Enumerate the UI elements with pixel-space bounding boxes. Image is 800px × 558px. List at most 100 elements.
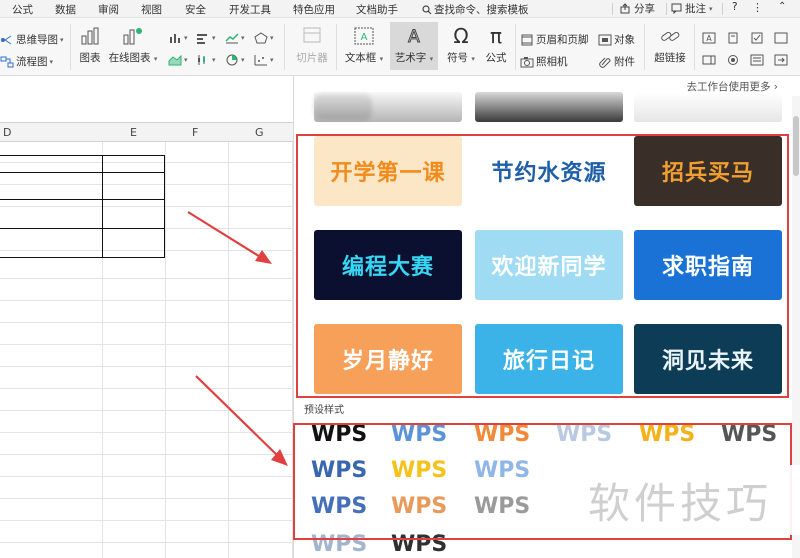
svg-text:A: A [408, 27, 420, 46]
formula-button[interactable]: π 公式 [478, 26, 514, 65]
frame-icon[interactable] [774, 32, 788, 44]
stock-chart-icon [198, 55, 205, 65]
attachment-button[interactable]: 附件 [598, 54, 635, 69]
hyperlink-label: 超链接 [654, 52, 686, 64]
grid-line [0, 250, 300, 251]
chevron-down-icon: ▾ [60, 35, 64, 44]
wordart-button[interactable]: A 艺术字 ▾ [390, 22, 438, 70]
radio-icon[interactable] [726, 54, 740, 66]
pie-chart-dropdown[interactable]: ▾ [225, 54, 245, 66]
table-border [0, 155, 165, 156]
template-thumbnail-partial[interactable] [314, 92, 462, 122]
table-border [102, 155, 103, 257]
column-header-e[interactable]: E [130, 126, 137, 139]
symbol-label: 符号 [447, 52, 469, 64]
menu-special-apps[interactable]: 特色应用 [293, 2, 335, 17]
list-icon[interactable] [750, 54, 764, 66]
flowchart-icon [0, 56, 14, 67]
header-footer-button[interactable]: 页眉和页脚 [520, 32, 589, 47]
grid-line [0, 366, 300, 367]
divider [612, 3, 613, 15]
mindmap-label: 思维导图 [16, 34, 58, 46]
help-button[interactable]: ? [732, 1, 738, 13]
table-border [0, 199, 165, 200]
column-chart-icon [170, 34, 180, 43]
line-chart-icon [225, 33, 239, 44]
share-icon [620, 3, 630, 14]
online-chart-button[interactable]: 在线图表 ▾ [108, 26, 158, 65]
table-border [0, 172, 165, 173]
line-chart-dropdown[interactable]: ▾ [225, 32, 245, 44]
search-commands-label: 查找命令、搜索模板 [434, 4, 529, 16]
chevron-down-icon: ▾ [429, 55, 434, 63]
slicer-button[interactable]: 切片器 [290, 26, 334, 65]
search-commands[interactable]: 查找命令、搜索模板 [422, 2, 529, 17]
doc-icon[interactable] [726, 32, 740, 44]
attachment-label: 附件 [614, 56, 635, 68]
pie-chart-icon [226, 54, 238, 66]
bar-chart-dropdown[interactable]: ▾ [196, 32, 216, 44]
chevron-down-icon: ▾ [184, 56, 188, 64]
hyperlink-button[interactable]: 超链接 [648, 26, 692, 65]
share-button[interactable]: 分享 [620, 1, 655, 16]
menu-review[interactable]: 审阅 [98, 2, 119, 17]
stock-chart-dropdown[interactable]: ▾ [196, 54, 216, 66]
comment-label: 批注 [685, 3, 706, 15]
camera-icon [520, 56, 534, 67]
text-a-icon[interactable]: A [702, 32, 716, 44]
chevron-up-icon[interactable]: ⌃ [778, 1, 786, 12]
panel-scroll-thumb[interactable] [793, 116, 799, 176]
menu-dev-tools[interactable]: 开发工具 [229, 2, 271, 17]
camera-button[interactable]: 照相机 [520, 54, 568, 69]
watermark-text: 软件技巧 [560, 465, 800, 535]
scatter-chart-icon [254, 55, 267, 66]
chevron-down-icon: ▾ [184, 34, 188, 42]
column-header-g[interactable]: G [255, 126, 264, 139]
comment-button[interactable]: 批注 ▾ [671, 1, 713, 16]
header-footer-icon [521, 34, 533, 45]
divider [694, 24, 695, 70]
column-header-f[interactable]: F [192, 126, 198, 139]
symbol-button[interactable]: Ω 符号 ▾ [442, 26, 480, 65]
template-thumbnail-partial[interactable] [475, 92, 623, 122]
menu-view[interactable]: 视图 [141, 2, 162, 17]
svg-text:A: A [706, 34, 712, 43]
radar-chart-icon [254, 32, 268, 44]
chevron-down-icon: ▾ [471, 55, 475, 63]
grid-line [0, 344, 300, 345]
grid-line [0, 542, 300, 543]
radar-chart-dropdown[interactable]: ▾ [254, 32, 274, 44]
area-chart-dropdown[interactable]: ▾ [168, 54, 188, 66]
checkbox-icon[interactable] [750, 32, 764, 44]
combo-icon[interactable] [702, 54, 716, 66]
slicer-icon [303, 27, 321, 43]
wordart-icon: A [408, 27, 421, 47]
flowchart-button[interactable]: 流程图 ▾ [0, 54, 53, 69]
mindmap-button[interactable]: 思维导图 ▾ [0, 32, 64, 47]
object-button[interactable]: 对象 [598, 32, 635, 47]
chevron-down-icon: ▾ [270, 34, 274, 42]
slicer-label: 切片器 [296, 52, 328, 64]
ribbon-toolbar: 思维导图 ▾ 流程图 ▾ 图表 在线图表 ▾ ▾ ▾ ▾ ▾ ▾ ▾ ▾ ▾ 切… [0, 18, 800, 76]
scatter-chart-dropdown[interactable]: ▾ [254, 54, 274, 66]
chevron-down-icon: ▾ [270, 56, 274, 64]
menu-security[interactable]: 安全 [185, 2, 206, 17]
grid-line [0, 520, 300, 521]
textbox-button[interactable]: A 文本框 ▾ [342, 26, 386, 65]
menu-doc-assistant[interactable]: 文档助手 [356, 2, 398, 17]
area-chart-icon [168, 54, 182, 66]
scroll-control-icon[interactable] [774, 54, 788, 66]
more-icon[interactable]: ⋮ [752, 1, 763, 14]
bar-chart-icon [81, 27, 99, 45]
menu-formula[interactable]: 公式 [12, 2, 33, 17]
search-icon [422, 4, 432, 14]
table-border [0, 228, 165, 229]
column-chart-dropdown[interactable]: ▾ [168, 32, 188, 44]
table-border [164, 155, 165, 257]
object-label: 对象 [614, 34, 635, 46]
template-thumbnail-partial[interactable] [634, 92, 782, 122]
chart-button[interactable]: 图表 [70, 26, 110, 65]
menu-data[interactable]: 数据 [55, 2, 76, 17]
column-header-d[interactable]: D [3, 126, 11, 139]
chart-label: 图表 [79, 52, 101, 64]
